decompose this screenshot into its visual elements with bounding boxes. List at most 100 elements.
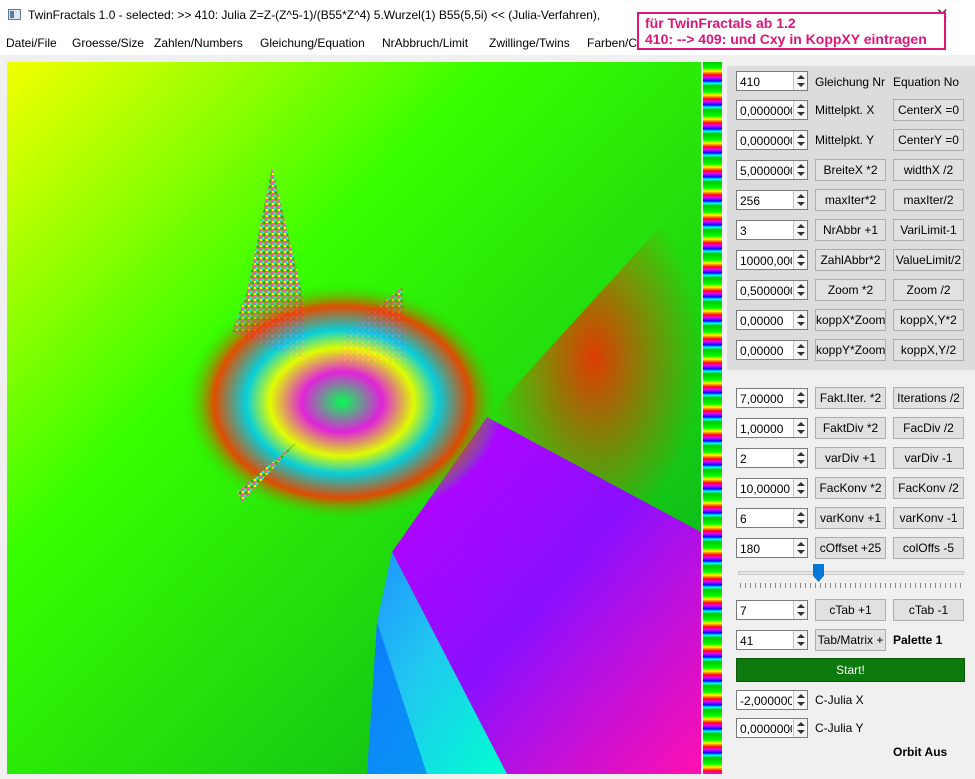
spin-arrows[interactable] bbox=[793, 101, 807, 119]
spin-arrows[interactable] bbox=[793, 281, 807, 299]
fac-konv-double-button[interactable]: FacKonv *2 bbox=[815, 477, 886, 499]
ctab-decrement-button[interactable]: cTab -1 bbox=[893, 599, 964, 621]
spin-down-icon[interactable] bbox=[797, 430, 805, 434]
spin-down-icon[interactable] bbox=[797, 202, 805, 206]
spin-down-icon[interactable] bbox=[797, 550, 805, 554]
spin-up-icon[interactable] bbox=[797, 194, 805, 198]
spin-up-icon[interactable] bbox=[797, 722, 805, 726]
spin-up-icon[interactable] bbox=[797, 604, 805, 608]
width-x-double-button[interactable]: BreiteX *2 bbox=[815, 159, 886, 181]
spin-down-icon[interactable] bbox=[797, 460, 805, 464]
width-x-half-button[interactable]: widthX /2 bbox=[893, 159, 964, 181]
spin-up-icon[interactable] bbox=[797, 75, 805, 79]
spin-arrows[interactable] bbox=[793, 691, 807, 709]
kopp-y-zoom-button[interactable]: koppY*Zoom bbox=[815, 339, 886, 361]
menu-equation[interactable]: Gleichung/Equation bbox=[260, 36, 365, 50]
tab-matrix-button[interactable]: Tab/Matrix + bbox=[815, 629, 886, 651]
color-offset-decrement-button[interactable]: colOffs -5 bbox=[893, 537, 964, 559]
spin-down-icon[interactable] bbox=[797, 352, 805, 356]
center-y-reset-button[interactable]: CenterY =0 bbox=[893, 129, 964, 151]
c-julia-y-spinbox[interactable]: 0,0000000 bbox=[736, 718, 808, 738]
ctab-spinbox[interactable]: 7 bbox=[736, 600, 808, 620]
spin-down-icon[interactable] bbox=[797, 702, 805, 706]
spin-up-icon[interactable] bbox=[797, 104, 805, 108]
max-iter-double-button[interactable]: maxIter*2 bbox=[815, 189, 886, 211]
fractal-canvas[interactable] bbox=[7, 62, 701, 774]
spin-arrows[interactable] bbox=[793, 191, 807, 209]
color-slider-track[interactable] bbox=[738, 571, 964, 575]
zoom-half-button[interactable]: Zoom /2 bbox=[893, 279, 964, 301]
kopp-xy-half-button[interactable]: koppX,Y/2 bbox=[893, 339, 964, 361]
c-julia-x-spinbox[interactable]: -2,0000000 bbox=[736, 690, 808, 710]
spin-down-icon[interactable] bbox=[797, 172, 805, 176]
spin-arrows[interactable] bbox=[793, 389, 807, 407]
spin-down-icon[interactable] bbox=[797, 642, 805, 646]
spin-down-icon[interactable] bbox=[797, 322, 805, 326]
kopp-x-zoom-button[interactable]: koppX*Zoom bbox=[815, 309, 886, 331]
kopp-x-spinbox[interactable]: 0,00000 bbox=[736, 310, 808, 330]
spin-down-icon[interactable] bbox=[797, 83, 805, 87]
color-offset-increment-button[interactable]: cOffset +25 bbox=[815, 537, 886, 559]
var-div-decrement-button[interactable]: varDiv -1 bbox=[893, 447, 964, 469]
spin-arrows[interactable] bbox=[793, 719, 807, 737]
menu-twins[interactable]: Zwillinge/Twins bbox=[489, 36, 570, 50]
ctab-increment-button[interactable]: cTab +1 bbox=[815, 599, 886, 621]
menu-numbers[interactable]: Zahlen/Numbers bbox=[154, 36, 243, 50]
spin-down-icon[interactable] bbox=[797, 400, 805, 404]
spin-arrows[interactable] bbox=[793, 631, 807, 649]
spin-down-icon[interactable] bbox=[797, 730, 805, 734]
spin-down-icon[interactable] bbox=[797, 232, 805, 236]
spin-up-icon[interactable] bbox=[797, 422, 805, 426]
spin-down-icon[interactable] bbox=[797, 520, 805, 524]
iterations-half-button[interactable]: Iterations /2 bbox=[893, 387, 964, 409]
fac-div-half-button[interactable]: FacDiv /2 bbox=[893, 417, 964, 439]
equation-number-spinbox[interactable]: 410 bbox=[736, 71, 808, 91]
spin-arrows[interactable] bbox=[793, 539, 807, 557]
var-konv-decrement-button[interactable]: varKonv -1 bbox=[893, 507, 964, 529]
max-iter-half-button[interactable]: maxIter/2 bbox=[893, 189, 964, 211]
fakt-iter-double-button[interactable]: Fakt.Iter. *2 bbox=[815, 387, 886, 409]
value-limit-spinbox[interactable]: 10000,000 bbox=[736, 250, 808, 270]
spin-down-icon[interactable] bbox=[797, 262, 805, 266]
spin-up-icon[interactable] bbox=[797, 164, 805, 168]
menu-colors[interactable]: Farben/C bbox=[587, 36, 637, 50]
spin-up-icon[interactable] bbox=[797, 284, 805, 288]
spin-up-icon[interactable] bbox=[797, 452, 805, 456]
spin-up-icon[interactable] bbox=[797, 134, 805, 138]
spin-up-icon[interactable] bbox=[797, 314, 805, 318]
var-div-spinbox[interactable]: 2 bbox=[736, 448, 808, 468]
spin-arrows[interactable] bbox=[793, 341, 807, 359]
spin-up-icon[interactable] bbox=[797, 224, 805, 228]
kopp-y-spinbox[interactable]: 0,00000 bbox=[736, 340, 808, 360]
spin-arrows[interactable] bbox=[793, 161, 807, 179]
tab-matrix-spinbox[interactable]: 41 bbox=[736, 630, 808, 650]
var-konv-increment-button[interactable]: varKonv +1 bbox=[815, 507, 886, 529]
spin-up-icon[interactable] bbox=[797, 542, 805, 546]
spin-up-icon[interactable] bbox=[797, 344, 805, 348]
color-offset-spinbox[interactable]: 180 bbox=[736, 538, 808, 558]
spin-up-icon[interactable] bbox=[797, 254, 805, 258]
spin-up-icon[interactable] bbox=[797, 512, 805, 516]
spin-up-icon[interactable] bbox=[797, 634, 805, 638]
zahl-abbr-double-button[interactable]: ZahlAbbr*2 bbox=[815, 249, 886, 271]
spin-down-icon[interactable] bbox=[797, 112, 805, 116]
spin-arrows[interactable] bbox=[793, 479, 807, 497]
spin-arrows[interactable] bbox=[793, 131, 807, 149]
spin-up-icon[interactable] bbox=[797, 482, 805, 486]
menu-file[interactable]: Datei/File bbox=[6, 36, 57, 50]
vari-limit-decrement-button[interactable]: VariLimit-1 bbox=[893, 219, 964, 241]
menu-size[interactable]: Groesse/Size bbox=[72, 36, 144, 50]
center-x-spinbox[interactable]: 0,0000000 bbox=[736, 100, 808, 120]
spin-arrows[interactable] bbox=[793, 419, 807, 437]
spin-down-icon[interactable] bbox=[797, 292, 805, 296]
spin-arrows[interactable] bbox=[793, 449, 807, 467]
menu-limit[interactable]: NrAbbruch/Limit bbox=[382, 36, 468, 50]
zoom-spinbox[interactable]: 0,5000000 bbox=[736, 280, 808, 300]
fac-konv-spinbox[interactable]: 10,00000 bbox=[736, 478, 808, 498]
spin-arrows[interactable] bbox=[793, 221, 807, 239]
spin-down-icon[interactable] bbox=[797, 490, 805, 494]
color-slider-thumb[interactable] bbox=[813, 564, 824, 582]
spin-up-icon[interactable] bbox=[797, 392, 805, 396]
fakt-div-spinbox[interactable]: 1,00000 bbox=[736, 418, 808, 438]
kopp-xy-double-button[interactable]: koppX,Y*2 bbox=[893, 309, 964, 331]
